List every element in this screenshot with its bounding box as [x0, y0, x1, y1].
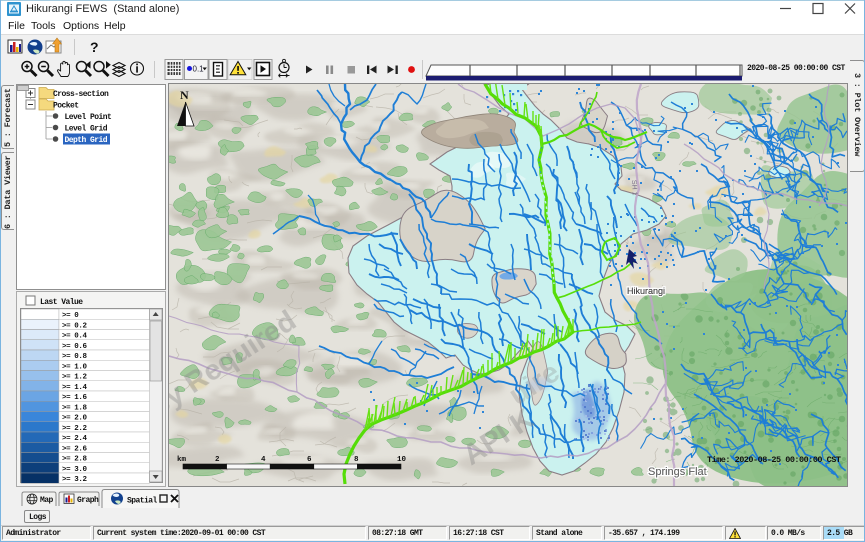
svg-text:Pocket: Pocket — [53, 102, 79, 111]
svg-text:Springs Flat: Springs Flat — [648, 466, 707, 478]
svg-text:0.1: 0.1 — [193, 65, 205, 74]
svg-text:>= 0.8: >= 0.8 — [62, 353, 88, 361]
svg-text:>= 2.6: >= 2.6 — [62, 445, 88, 453]
svg-text:Map: Map — [40, 496, 54, 505]
svg-text:Level Grid: Level Grid — [65, 125, 108, 134]
svg-text:>= 1.8: >= 1.8 — [62, 404, 88, 412]
svg-text:>= 2.2: >= 2.2 — [62, 425, 88, 433]
svg-text:SH 1: SH 1 — [630, 180, 638, 196]
svg-text:>= 0.4: >= 0.4 — [62, 333, 88, 341]
svg-text:>= 2.8: >= 2.8 — [62, 456, 88, 464]
svg-text:>= 0.6: >= 0.6 — [62, 343, 88, 351]
svg-text:N: N — [180, 88, 189, 102]
svg-text:>= 2.4: >= 2.4 — [62, 435, 88, 443]
svg-text:>= 3.0: >= 3.0 — [62, 466, 88, 474]
svg-text:Graph: Graph — [77, 496, 99, 505]
svg-text:>= 1.6: >= 1.6 — [62, 394, 88, 402]
svg-text:>= 2.0: >= 2.0 — [62, 415, 88, 423]
svg-text:8: 8 — [354, 456, 359, 464]
svg-text:Level Point: Level Point — [65, 113, 113, 122]
svg-text:Last Value: Last Value — [40, 298, 83, 307]
svg-text:10: 10 — [397, 456, 407, 464]
svg-text:6: 6 — [307, 456, 312, 464]
svg-text:Spatial: Spatial — [127, 497, 158, 506]
svg-text:Cross-section: Cross-section — [53, 90, 109, 99]
svg-text:>= 1.0: >= 1.0 — [62, 363, 88, 371]
svg-text:Depth Grid: Depth Grid — [65, 136, 108, 145]
svg-text:?: ? — [90, 39, 99, 55]
svg-text:Hikurangi: Hikurangi — [627, 286, 665, 296]
svg-text:Time: 2020-08-25 00:00:00 CST: Time: 2020-08-25 00:00:00 CST — [707, 455, 841, 465]
svg-text:>= 1.2: >= 1.2 — [62, 374, 88, 382]
svg-text:>= 0: >= 0 — [62, 312, 79, 320]
svg-text:4: 4 — [261, 456, 266, 464]
svg-text:>= 1.4: >= 1.4 — [62, 384, 88, 392]
svg-text:>= 3.2: >= 3.2 — [62, 476, 88, 484]
svg-text:2: 2 — [215, 456, 220, 464]
svg-text:km: km — [177, 456, 187, 464]
svg-text:>= 0.2: >= 0.2 — [62, 322, 88, 330]
